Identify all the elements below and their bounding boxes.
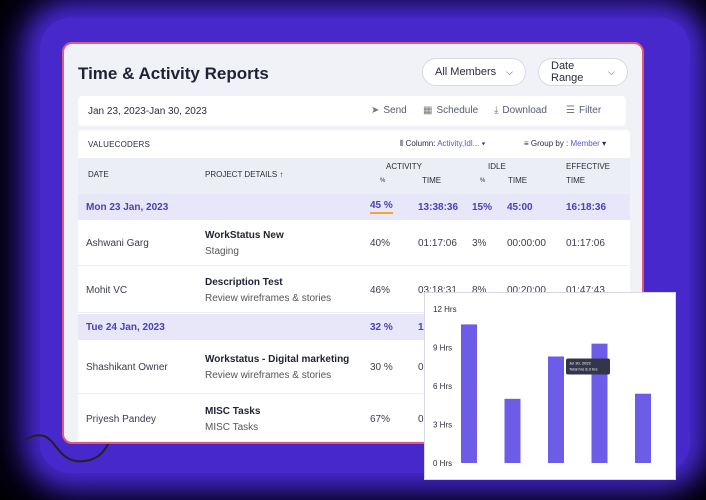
company-name: VALUECODERS	[88, 140, 151, 149]
bar[interactable]	[548, 356, 564, 463]
date-range-label: Jan 23, 2023-Jan 30, 2023	[88, 106, 207, 117]
col-activity-time: TIME	[422, 176, 442, 185]
send-button[interactable]: ➤ Send	[371, 105, 407, 116]
bar[interactable]	[461, 324, 477, 463]
report-toolbar: Jan 23, 2023-Jan 30, 2023 ➤ Send ▦ Sched…	[78, 96, 626, 126]
date-range-dropdown[interactable]: Date Range ⌵	[538, 58, 628, 86]
columns-icon: ⫴	[400, 139, 404, 148]
bar-chart-svg: 12 Hrs 9 Hrs 6 Hrs 3 Hrs 0 Hrs Jul 30, 2022To…	[433, 305, 651, 468]
col-activity: ACTIVITY	[386, 162, 423, 171]
col-activity-pct: %	[380, 178, 386, 184]
download-button[interactable]: ⤓ Download	[494, 105, 547, 116]
y-tick-label: 0 Hrs	[433, 459, 452, 468]
sort-icon: ≡	[524, 139, 529, 148]
group-by-selector[interactable]: ≡ Group by : Member ▾	[524, 139, 606, 148]
col-idle-pct: %	[480, 178, 486, 184]
chevron-down-icon: ▾	[481, 139, 486, 148]
y-tick-label: 3 Hrs	[433, 421, 452, 430]
download-icon: ⤓	[494, 105, 499, 116]
y-tick-label: 9 Hrs	[433, 344, 452, 353]
hours-bar-chart: 12 Hrs 9 Hrs 6 Hrs 3 Hrs 0 Hrs Jul 30, 2022 To…	[424, 292, 676, 480]
filter-icon: ☰	[566, 105, 575, 116]
send-icon: ➤	[371, 105, 380, 116]
col-idle: IDLE	[488, 162, 506, 171]
chart-tooltip: Jul 30, 2022Total hrs 8.3 hrs	[566, 358, 610, 375]
group-row: Mon 23 Jan, 2023 45 % 13:38:36 15% 45:00…	[78, 194, 630, 220]
col-project[interactable]: PROJECT DETAILS ↑	[205, 170, 283, 179]
bar[interactable]	[635, 393, 651, 463]
tooltip-text: Total hrs 8.3 hrs	[569, 366, 597, 371]
schedule-button[interactable]: ▦ Schedule	[423, 105, 478, 116]
table-row[interactable]: Ashwani Garg WorkStatus New Staging 40% …	[78, 220, 630, 266]
y-tick-label: 12 Hrs	[433, 305, 457, 314]
page-title: Time & Activity Reports	[78, 64, 269, 83]
bar[interactable]	[504, 398, 521, 463]
chevron-down-icon: ⌵	[608, 66, 615, 77]
col-effective: EFFECTIVE	[566, 162, 611, 171]
table-header: DATE PROJECT DETAILS ↑ ACTIVITY % TIME I…	[78, 158, 630, 194]
chevron-down-icon: ⌵	[506, 66, 513, 77]
y-tick-label: 6 Hrs	[433, 382, 452, 391]
calendar-icon: ▦	[423, 105, 433, 116]
col-idle-time: TIME	[508, 176, 528, 185]
members-dropdown[interactable]: All Members ⌵	[422, 58, 526, 86]
col-effective-time: TIME	[566, 176, 586, 185]
col-date: DATE	[88, 170, 109, 179]
tooltip-text: Jul 30, 2022	[569, 360, 592, 365]
chevron-down-icon: ▾	[602, 139, 607, 148]
column-selector[interactable]: ⫴ Column: Activity,Idl... ▾	[400, 139, 485, 149]
filter-button[interactable]: ☰ Filter	[566, 105, 601, 116]
